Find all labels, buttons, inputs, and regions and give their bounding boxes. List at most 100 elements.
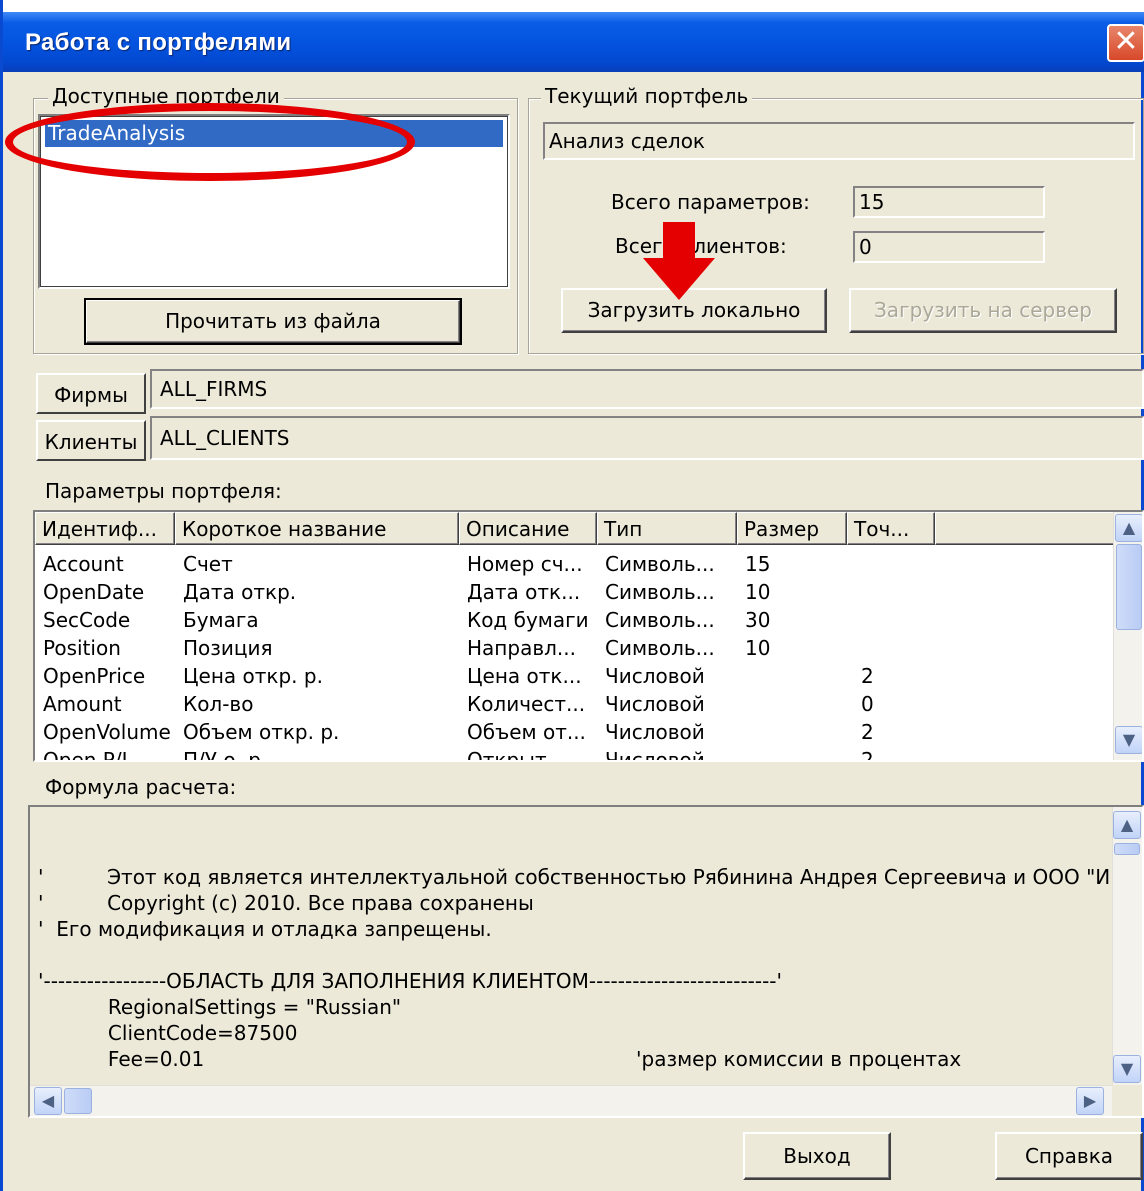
table-cell: 2 [861, 664, 874, 688]
formula-line: ' Его модификация и отладка запрещены. [38, 917, 492, 941]
params-count-label: Всего параметров: [611, 190, 810, 214]
formula-hscroll[interactable]: ◀ ▶ [30, 1085, 1112, 1116]
column-header-type[interactable]: Тип [597, 512, 737, 545]
table-cell: 2 [861, 720, 874, 744]
table-row[interactable]: Position Позиция Направл... Символь... 10 [35, 634, 1115, 662]
table-cell: Числовой [605, 664, 705, 688]
available-portfolios-legend: Доступные портфели [48, 84, 284, 108]
formula-line: RegionalSettings = "Russian" [38, 995, 402, 1019]
table-cell: 30 [745, 608, 771, 632]
formula-line: ' Copyright (c) 2010. Все права сохранен… [38, 891, 534, 915]
formula-fee-comment: 'размер комиссии в процентах [636, 1047, 962, 1071]
load-server-button: Загрузить на сервер [849, 288, 1117, 333]
table-row[interactable]: OpenVolume Объем откр. р. Объем от... Число… [35, 718, 1115, 746]
table-cell: Цена отк... [467, 664, 582, 688]
table-cell: OpenVolume [43, 720, 171, 744]
table-cell: Open P/L [43, 748, 133, 762]
table-cell: 10 [745, 580, 771, 604]
window-title: Работа с портфелями [25, 29, 292, 56]
table-cell: 0 [861, 692, 874, 716]
portfolio-listbox[interactable]: TradeAnalysis [38, 114, 510, 289]
table-cell: OpenDate [43, 580, 145, 604]
table-cell: Account [43, 552, 124, 576]
params-scroll-up-icon[interactable]: ▲ [1115, 514, 1142, 542]
table-cell: Символь... [605, 580, 715, 604]
table-cell: Position [43, 636, 121, 660]
formula-scroll-up-icon[interactable]: ▲ [1113, 811, 1141, 839]
table-row[interactable]: Account Счет Номер сч... Символь... 15 [35, 550, 1115, 578]
params-label: Параметры портфеля: [45, 479, 282, 503]
table-cell: Символь... [605, 552, 715, 576]
exit-button[interactable]: Выход [743, 1132, 891, 1180]
portfolio-item-tradeanalysis[interactable]: TradeAnalysis [45, 120, 503, 147]
clients-value: ALL_CLIENTS [150, 416, 1144, 460]
formula-line: '-----------------ОБЛАСТЬ ДЛЯ ЗАПОЛНЕНИЯ… [38, 969, 783, 993]
column-header-short-name[interactable]: Короткое название [175, 512, 459, 545]
params-count-value: 15 [853, 186, 1045, 218]
table-row[interactable]: OpenDate Дата откр. Дата отк... Символь... 1… [35, 578, 1115, 606]
table-cell: Позиция [183, 636, 273, 660]
help-button[interactable]: Справка [995, 1132, 1143, 1180]
params-vscroll[interactable]: ▲ ▼ [1113, 512, 1142, 760]
current-portfolio-legend: Текущий портфель [541, 84, 753, 108]
formula-scroll-left-icon[interactable]: ◀ [34, 1087, 62, 1115]
top-strip [3, 0, 1144, 12]
table-cell: Числовой [605, 748, 705, 762]
table-cell: Код бумаги [467, 608, 589, 632]
red-arrow-icon [643, 222, 715, 300]
params-table[interactable]: Идентиф... Короткое название Описание Ти… [33, 510, 1144, 762]
formula-editor[interactable]: ' Этот код является интеллектуальной соб… [28, 805, 1144, 1118]
column-header-precision[interactable]: Точ... [847, 512, 935, 545]
formula-label: Формула расчета: [45, 775, 237, 799]
column-header-filler [935, 512, 1115, 545]
portfolio-dialog: Работа с портфелями ✕ Доступные портфели… [0, 0, 1144, 1191]
table-cell: Бумага [183, 608, 259, 632]
clients-button[interactable]: Клиенты [36, 420, 146, 461]
clients-count-value: 0 [853, 231, 1045, 263]
formula-vscroll[interactable]: ▲ ▼ [1112, 807, 1142, 1085]
read-from-file-button[interactable]: Прочитать из файла [84, 298, 462, 345]
formula-scroll-right-icon[interactable]: ▶ [1076, 1087, 1104, 1115]
table-cell: Дата откр. [183, 580, 297, 604]
table-cell: Количест... [467, 692, 586, 716]
formula-line: ' Этот код является интеллектуальной соб… [38, 865, 1123, 889]
table-cell: Счет [183, 552, 233, 576]
formula-scroll-thumb[interactable] [1114, 843, 1140, 855]
table-cell: SecCode [43, 608, 131, 632]
table-cell: Amount [43, 692, 122, 716]
table-row[interactable]: SecCode Бумага Код бумаги Символь... 30 [35, 606, 1115, 634]
table-row[interactable]: Amount Кол-во Количест... Числовой 0 [35, 690, 1115, 718]
current-portfolio-name: Анализ сделок [543, 122, 1135, 160]
params-scroll-thumb[interactable] [1116, 544, 1142, 630]
table-cell: Числовой [605, 720, 705, 744]
table-cell: 2 [861, 748, 874, 762]
table-cell: OpenPrice [43, 664, 146, 688]
table-cell: Числовой [605, 692, 705, 716]
table-cell: Объем откр. р. [183, 720, 340, 744]
firms-value: ALL_FIRMS [150, 369, 1144, 409]
table-cell: Символь... [605, 608, 715, 632]
params-scroll-down-icon[interactable]: ▼ [1115, 726, 1142, 754]
table-cell: Символь... [605, 636, 715, 660]
table-row[interactable]: OpenPrice Цена откр. р. Цена отк... Числово… [35, 662, 1115, 690]
table-cell: 10 [745, 636, 771, 660]
firms-button[interactable]: Фирмы [36, 373, 146, 414]
close-icon[interactable]: ✕ [1107, 24, 1144, 62]
table-row[interactable]: Open P/L П/У о. р. Открыт... Числовой 2 [35, 746, 1115, 762]
table-cell: П/У о. р. [183, 748, 268, 762]
formula-scroll-down-icon[interactable]: ▼ [1113, 1055, 1141, 1083]
column-header-description[interactable]: Описание [459, 512, 597, 545]
column-header-id[interactable]: Идентиф... [35, 512, 175, 545]
table-cell: Объем от... [467, 720, 586, 744]
table-cell: Дата отк... [467, 580, 581, 604]
table-cell: Кол-во [183, 692, 254, 716]
table-cell: Направл... [467, 636, 576, 660]
formula-hscroll-thumb[interactable] [64, 1088, 92, 1114]
formula-line: ClientCode=87500 [38, 1021, 298, 1045]
table-cell: Номер сч... [467, 552, 583, 576]
column-header-size[interactable]: Размер [737, 512, 847, 545]
params-table-header: Идентиф... Короткое название Описание Ти… [35, 512, 1115, 545]
table-cell: Цена откр. р. [183, 664, 323, 688]
table-cell: Открыт... [467, 748, 566, 762]
formula-line: Fee=0.01 [38, 1047, 205, 1071]
